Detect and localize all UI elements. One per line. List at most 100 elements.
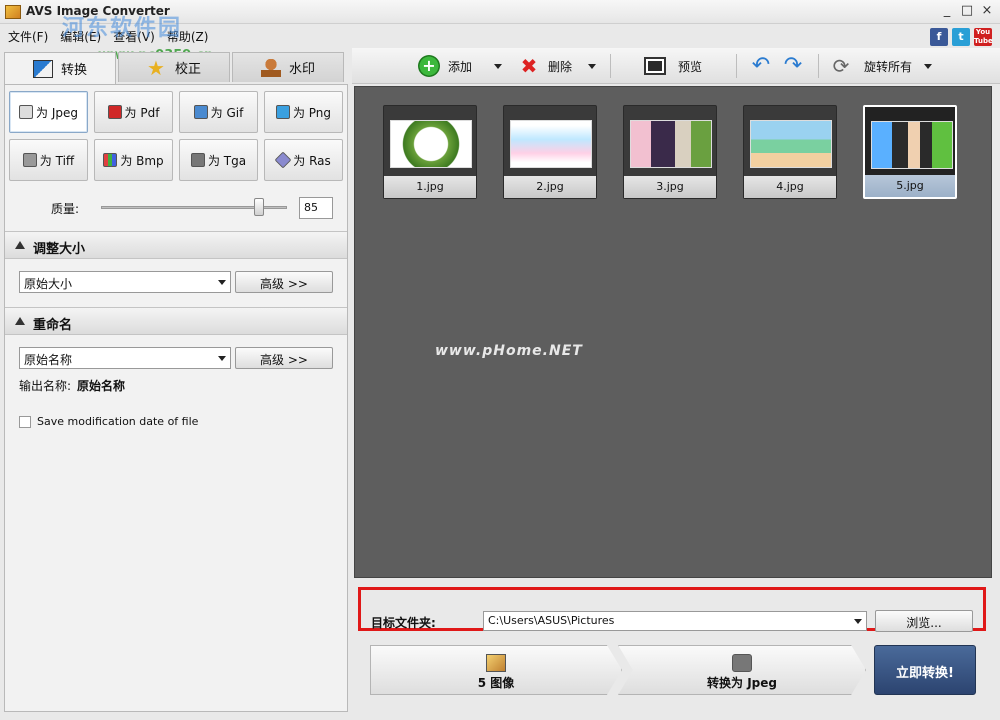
format-ras-button[interactable]: 为 Ras [264, 139, 343, 181]
dropdown-arrow-icon [218, 280, 226, 285]
rotate-left-icon: ↶ [751, 53, 771, 78]
format-label: 为 Tga [207, 153, 247, 168]
rotate-right-button[interactable]: ↷ [782, 54, 804, 78]
app-icon [5, 5, 21, 19]
format-png-button[interactable]: 为 Png [264, 91, 343, 133]
section-title: 调整大小 [33, 242, 86, 257]
watermark-logo: 河东软件园 [62, 16, 183, 41]
monitor-icon [644, 57, 666, 75]
thumbnail-image [630, 120, 712, 168]
format-label: 为 Gif [210, 105, 244, 120]
chevron-down-icon[interactable] [588, 63, 597, 69]
delete-label: 删除 [548, 59, 573, 74]
thumbnail-image [510, 120, 592, 168]
add-button[interactable]: + 添加 [418, 54, 503, 78]
preview-button[interactable]: 预览 [644, 54, 702, 78]
minimize-icon[interactable]: _ [940, 3, 954, 19]
format-bmp-button[interactable]: 为 Bmp [94, 139, 173, 181]
format-label: 为 Tiff [39, 153, 75, 168]
tab-convert[interactable]: 转换 [4, 52, 116, 84]
select-value: 原始大小 [24, 277, 73, 291]
step-image-count[interactable]: 5 图像 [370, 645, 622, 695]
mode-tabs: 转换 ★ 校正 水印 [4, 52, 344, 84]
rotate-left-button[interactable]: ↶ [750, 54, 772, 78]
resize-advanced-button[interactable]: 高级 >> [235, 271, 333, 293]
convert-now-button[interactable]: 立即转换! [874, 645, 976, 695]
chevron-down-icon[interactable] [494, 63, 503, 69]
thumbnail-caption: 3.jpg [624, 176, 716, 198]
output-name-label: 输出名称: [19, 379, 72, 393]
resize-section-header[interactable]: 调整大小 [5, 231, 347, 259]
dropdown-arrow-icon [854, 619, 862, 624]
tiff-icon [22, 153, 37, 167]
rename-advanced-button[interactable]: 高级 >> [235, 347, 333, 369]
image-count-label: 5 图像 [477, 676, 515, 690]
format-label: 为 Jpeg [36, 105, 78, 120]
chevron-down-icon[interactable] [924, 63, 933, 69]
images-icon [486, 654, 506, 672]
output-name-value: 原始名称 [77, 379, 126, 393]
pdf-icon [107, 105, 122, 119]
rotate-right-icon: ↷ [783, 53, 803, 78]
twitter-icon[interactable]: t [952, 28, 970, 46]
save-date-checkbox[interactable] [19, 415, 31, 428]
window-controls: _ □ × [940, 3, 994, 19]
target-format-label: 转换为 Jpeg [707, 676, 777, 690]
toolbar-divider [818, 54, 819, 78]
format-buttons: 为 Jpeg 为 Pdf 为 Gif 为 Png 为 Tiff 为 Bmp 为 … [9, 91, 343, 181]
step-target-format[interactable]: 转换为 Jpeg [618, 645, 866, 695]
rotate-all-label: 旋转所有 [864, 59, 913, 74]
collapse-triangle-icon [15, 241, 25, 249]
maximize-icon[interactable]: □ [960, 3, 974, 19]
format-gif-button[interactable]: 为 Gif [179, 91, 258, 133]
save-date-option: Save modification date of file [19, 415, 198, 428]
format-tga-button[interactable]: 为 Tga [179, 139, 258, 181]
add-label: 添加 [448, 59, 473, 74]
destination-label: 目标文件夹: [371, 616, 436, 630]
close-icon[interactable]: × [980, 3, 994, 19]
format-label: 为 Pdf [124, 105, 160, 120]
quality-input[interactable]: 85 [299, 197, 333, 219]
png-icon [275, 105, 290, 119]
rotate-all-icon: ⟳ [832, 54, 850, 78]
tab-label: 转换 [60, 63, 87, 78]
rename-select[interactable]: 原始名称 [19, 347, 231, 369]
browse-button[interactable]: 浏览... [875, 610, 973, 632]
format-pdf-button[interactable]: 为 Pdf [94, 91, 173, 133]
watermark-text: www.pHome.NET [435, 343, 583, 359]
rotate-all-button[interactable]: ⟳ 旋转所有 [830, 54, 933, 78]
image-thumbnail[interactable]: 3.jpg [623, 105, 717, 199]
facebook-icon[interactable]: f [930, 28, 948, 46]
youtube-icon[interactable]: You Tube [974, 28, 993, 46]
image-thumbnail[interactable]: 4.jpg [743, 105, 837, 199]
preview-label: 预览 [678, 59, 703, 74]
jpeg-camera-icon [19, 105, 33, 119]
convert-icon [32, 59, 53, 78]
section-title: 重命名 [33, 318, 73, 333]
resize-select[interactable]: 原始大小 [19, 271, 231, 293]
plus-icon: + [418, 55, 440, 77]
image-list-area[interactable]: 1.jpg 2.jpg 3.jpg 4.jpg 5.jpg www.pHome.… [354, 86, 992, 578]
stamp-icon [260, 58, 281, 77]
menu-file[interactable]: 文件(F) [8, 28, 48, 45]
tab-watermark[interactable]: 水印 [232, 52, 344, 82]
destination-path-select[interactable]: C:\Users\ASUS\Pictures [483, 611, 867, 631]
tab-correct[interactable]: ★ 校正 [118, 52, 230, 82]
tab-label: 水印 [288, 62, 315, 77]
toolbar-divider [610, 54, 611, 78]
thumbnail-caption: 1.jpg [384, 176, 476, 198]
quality-slider-thumb[interactable] [254, 198, 265, 216]
output-name: 输出名称: 原始名称 [19, 377, 125, 394]
quality-label: 质量: [51, 202, 80, 216]
delete-button[interactable]: ✖ 删除 [518, 54, 597, 78]
rename-section-header[interactable]: 重命名 [5, 307, 347, 335]
image-thumbnail[interactable]: 1.jpg [383, 105, 477, 199]
image-thumbnail-selected[interactable]: 5.jpg [863, 105, 957, 199]
format-tiff-button[interactable]: 为 Tiff [9, 139, 88, 181]
dropdown-arrow-icon [218, 356, 226, 361]
star-icon: ★ [146, 55, 165, 80]
collapse-triangle-icon [15, 317, 25, 325]
format-jpeg-button[interactable]: 为 Jpeg [9, 91, 88, 133]
image-thumbnail[interactable]: 2.jpg [503, 105, 597, 199]
conversion-steps: 5 图像 转换为 Jpeg [370, 645, 866, 695]
